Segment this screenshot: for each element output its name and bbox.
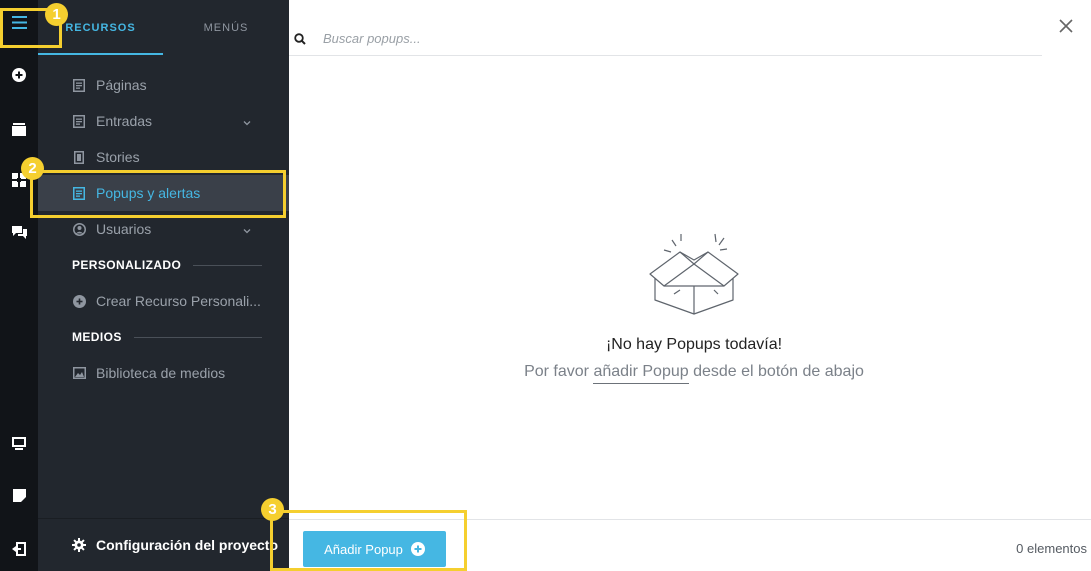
callout-badge-3: 3 — [261, 498, 284, 521]
image-icon — [72, 366, 86, 380]
sidebar-item-label: Páginas — [96, 77, 147, 93]
panel-tabs: RECURSOS MENÚS — [38, 0, 289, 55]
icon-rail — [0, 0, 38, 571]
story-icon — [72, 150, 86, 164]
empty-subtitle-prefix: Por favor — [524, 363, 589, 380]
chat-icon[interactable] — [0, 218, 38, 248]
add-popup-link[interactable]: añadir Popup — [593, 363, 689, 384]
folder-icon[interactable] — [0, 114, 38, 144]
empty-state-subtitle: Por favor añadir Popup desde el botón de… — [489, 363, 899, 384]
plus-circle-icon[interactable] — [0, 60, 38, 90]
main-content: ¡No hay Popups todavía! Por favor añadir… — [289, 0, 1091, 571]
sidebar-item-crear-recurso[interactable]: Crear Recurso Personali... — [38, 283, 289, 319]
page-icon — [72, 78, 86, 92]
tab-menus[interactable]: MENÚS — [163, 0, 289, 55]
app-window: RECURSOS MENÚS Páginas Entradas Stories … — [0, 0, 1091, 571]
tab-menus-label: MENÚS — [203, 21, 249, 34]
chevron-down-icon[interactable] — [243, 222, 251, 238]
sidebar-item-label: Biblioteca de medios — [96, 365, 226, 381]
section-title: MEDIOS — [72, 330, 122, 344]
chevron-down-icon[interactable] — [243, 114, 251, 130]
gear-icon — [72, 538, 86, 552]
plus-circle-icon — [72, 294, 86, 308]
sidebar-item-label: Entradas — [96, 113, 153, 129]
exit-icon[interactable] — [0, 534, 38, 564]
sidebar-item-label: Crear Recurso Personali... — [96, 293, 261, 309]
close-icon[interactable] — [1057, 17, 1075, 35]
empty-state: ¡No hay Popups todavía! Por favor añadir… — [489, 230, 899, 384]
user-circle-icon — [72, 222, 86, 236]
sidebar-item-label: Usuarios — [96, 221, 152, 237]
tab-recursos-label: RECURSOS — [65, 21, 136, 34]
sidebar-item-paginas[interactable]: Páginas — [38, 67, 289, 103]
empty-subtitle-suffix: desde el botón de abajo — [693, 363, 864, 380]
item-count: 0 elementos — [1016, 541, 1087, 556]
desktop-icon[interactable] — [0, 428, 38, 458]
resources-panel: RECURSOS MENÚS Páginas Entradas Stories … — [38, 0, 289, 571]
project-settings-button[interactable]: Configuración del proyecto — [38, 518, 289, 571]
callout-highlight-3 — [270, 510, 467, 571]
empty-state-title: ¡No hay Popups todavía! — [605, 336, 783, 353]
callout-badge-1: 1 — [45, 3, 68, 26]
section-title: PERSONALIZADO — [72, 258, 182, 272]
active-tab-indicator — [38, 53, 163, 55]
section-medios: MEDIOS — [72, 329, 262, 345]
search-icon — [294, 32, 306, 50]
callout-badge-2: 2 — [21, 157, 44, 180]
section-divider — [193, 264, 262, 266]
callout-highlight-2 — [30, 170, 286, 218]
sidebar-item-biblioteca[interactable]: Biblioteca de medios — [38, 355, 289, 391]
sidebar-item-entradas[interactable]: Entradas — [38, 103, 289, 139]
search-input[interactable] — [323, 28, 923, 48]
section-personalizado: PERSONALIZADO — [72, 257, 262, 273]
search-bar — [289, 18, 1042, 56]
empty-box-icon — [649, 233, 739, 315]
sticky-note-icon[interactable] — [0, 480, 38, 510]
page-icon — [72, 114, 86, 128]
sidebar-item-label: Stories — [96, 149, 140, 165]
section-divider — [133, 336, 262, 338]
project-settings-label: Configuración del proyecto — [96, 537, 279, 553]
